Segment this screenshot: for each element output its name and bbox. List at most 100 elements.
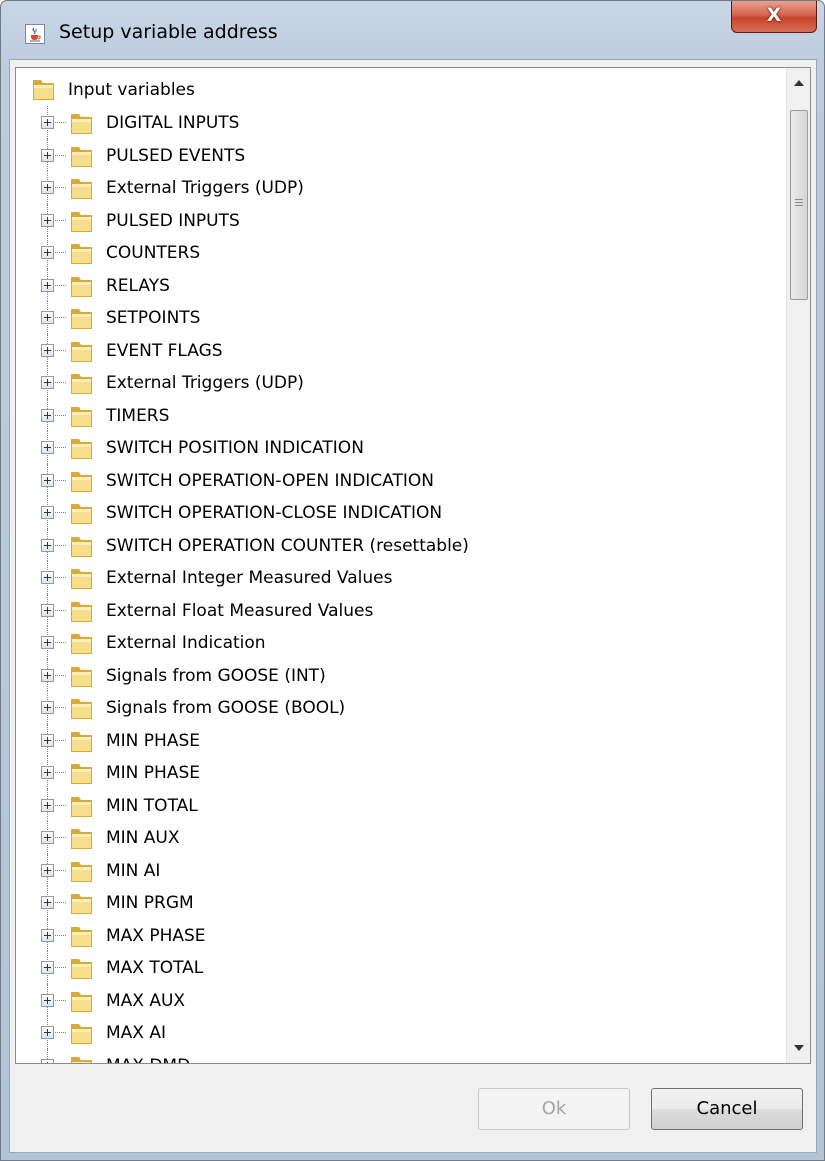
vertical-scrollbar[interactable] (786, 68, 810, 1063)
tree-root-node[interactable]: Input variables (16, 74, 786, 106)
plus-expander-icon[interactable] (41, 636, 54, 649)
tree-node[interactable]: MIN AUX (16, 821, 786, 854)
tree-node[interactable]: MAX PHASE (16, 918, 786, 951)
tree-node[interactable]: SWITCH OPERATION-CLOSE INDICATION (16, 496, 786, 529)
plus-expander-icon[interactable] (41, 278, 54, 292)
plus-expander-icon[interactable] (41, 408, 54, 422)
plus-expander-icon[interactable] (41, 343, 54, 357)
tree-branch-line (53, 479, 66, 481)
plus-expander-icon[interactable] (41, 116, 54, 129)
tree-node[interactable]: External Integer Measured Values (16, 561, 786, 594)
plus-expander-icon[interactable] (41, 441, 54, 454)
tree-node[interactable]: DIGITAL INPUTS (16, 106, 786, 139)
plus-expander-icon[interactable] (41, 246, 54, 259)
title-bar[interactable]: Setup variable address X (1, 1, 824, 59)
tree-node[interactable]: MAX AI (16, 1016, 786, 1049)
tree-node-label: MIN AUX (106, 828, 180, 848)
tree-node[interactable]: MIN PHASE (16, 723, 786, 756)
tree-branch-line (53, 447, 66, 448)
plus-expander-icon[interactable] (41, 376, 54, 389)
button-bar: Ok Cancel (15, 1064, 811, 1150)
tree-branch-line (53, 1032, 66, 1033)
tree-node[interactable]: Signals from GOOSE (INT) (16, 658, 786, 691)
tree-node[interactable]: Signals from GOOSE (BOOL) (16, 691, 786, 724)
tree-node-label: MIN TOTAL (106, 795, 198, 816)
tree-node[interactable]: MIN PHASE (16, 756, 786, 789)
tree-node[interactable]: MAX AUX (16, 983, 786, 1016)
tree-view[interactable]: Input variables DIGITAL INPUTS PULSED EV… (16, 68, 786, 1063)
plus-expander-icon[interactable] (41, 863, 54, 877)
tree-node[interactable]: SETPOINTS (16, 301, 786, 334)
folder-icon (70, 500, 94, 530)
tree-branch-line (53, 609, 66, 611)
tree-branch-line (53, 154, 66, 156)
tree-node[interactable]: SWITCH POSITION INDICATION (16, 431, 786, 464)
folder-icon (70, 110, 94, 140)
close-icon: X (766, 4, 782, 26)
tree-node-label: DIGITAL INPUTS (106, 113, 240, 133)
plus-expander-icon[interactable] (41, 538, 54, 552)
tree-node[interactable]: MAX DMD (16, 1048, 786, 1063)
ok-button[interactable]: Ok (478, 1088, 630, 1130)
tree-node[interactable]: External Float Measured Values (16, 593, 786, 626)
tree-branch-line (53, 252, 66, 253)
tree-branch-line (53, 544, 66, 546)
folder-icon (70, 630, 94, 660)
tree-node[interactable]: SWITCH OPERATION-OPEN INDICATION (16, 463, 786, 496)
tree-node-label: PULSED EVENTS (106, 145, 246, 166)
cancel-button[interactable]: Cancel (651, 1088, 803, 1130)
plus-expander-icon[interactable] (41, 733, 54, 747)
plus-expander-icon[interactable] (41, 831, 54, 844)
tree-branch-line (53, 739, 66, 741)
plus-expander-icon[interactable] (41, 766, 54, 779)
tree-node[interactable]: PULSED INPUTS (16, 203, 786, 236)
tree-node[interactable]: COUNTERS (16, 236, 786, 269)
plus-expander-icon[interactable] (41, 1058, 54, 1063)
scroll-down-button[interactable] (787, 1033, 810, 1063)
scroll-thumb[interactable] (790, 110, 808, 300)
tree-branch-line (53, 934, 66, 936)
tree-node[interactable]: RELAYS (16, 268, 786, 301)
plus-expander-icon[interactable] (41, 993, 54, 1007)
plus-expander-icon[interactable] (41, 961, 54, 974)
tree-node[interactable]: MAX TOTAL (16, 951, 786, 984)
plus-expander-icon[interactable] (41, 473, 54, 487)
tree-branch-line (53, 642, 66, 643)
plus-expander-icon[interactable] (41, 148, 54, 162)
tree-node-label: TIMERS (106, 405, 170, 426)
close-button[interactable]: X (731, 1, 817, 33)
plus-expander-icon[interactable] (41, 798, 54, 812)
tree-node[interactable]: External Triggers (UDP) (16, 366, 786, 399)
plus-expander-icon[interactable] (41, 668, 54, 682)
plus-expander-icon[interactable] (41, 701, 54, 714)
plus-expander-icon[interactable] (41, 181, 54, 194)
tree-node[interactable]: MIN TOTAL (16, 788, 786, 821)
folder-icon (70, 1020, 94, 1050)
plus-expander-icon[interactable] (41, 1026, 54, 1039)
folder-icon (70, 760, 94, 790)
tree-node[interactable]: MIN AI (16, 853, 786, 886)
tree-node-label: MAX TOTAL (106, 958, 204, 978)
plus-expander-icon[interactable] (41, 896, 54, 909)
tree-node-label: External Triggers (UDP) (106, 373, 304, 393)
tree-node[interactable]: PULSED EVENTS (16, 138, 786, 171)
plus-expander-icon[interactable] (41, 213, 54, 227)
plus-expander-icon[interactable] (41, 928, 54, 942)
scroll-up-button[interactable] (787, 68, 810, 98)
plus-expander-icon[interactable] (41, 311, 54, 324)
tree-node[interactable]: TIMERS (16, 398, 786, 431)
plus-expander-icon[interactable] (41, 603, 54, 617)
tree-branch-line (53, 122, 66, 123)
folder-icon (70, 565, 94, 595)
tree-node[interactable]: EVENT FLAGS (16, 333, 786, 366)
tree-node[interactable]: External Triggers (UDP) (16, 171, 786, 204)
plus-expander-icon[interactable] (41, 571, 54, 584)
plus-expander-icon[interactable] (41, 506, 54, 519)
java-cup-icon (25, 24, 45, 44)
folder-icon (70, 955, 94, 985)
folder-icon (70, 825, 94, 855)
folder-icon (70, 533, 94, 563)
tree-node[interactable]: MIN PRGM (16, 886, 786, 919)
tree-node[interactable]: External Indication (16, 626, 786, 659)
tree-node[interactable]: SWITCH OPERATION COUNTER (resettable) (16, 528, 786, 563)
